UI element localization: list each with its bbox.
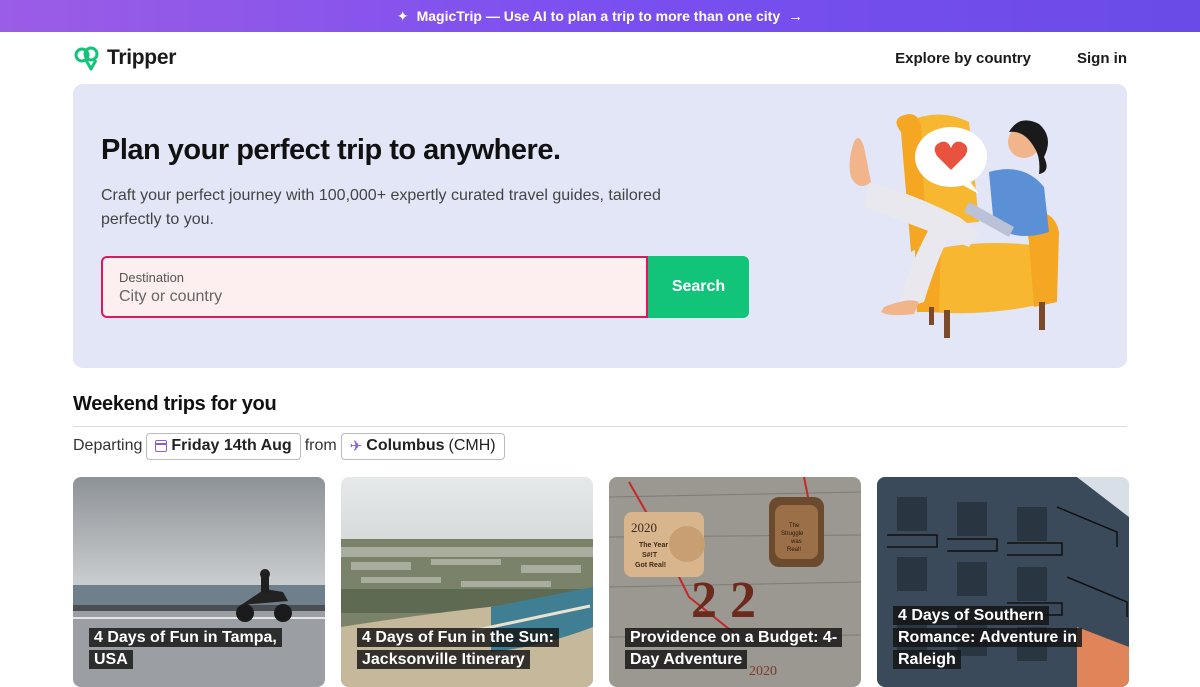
calendar-icon xyxy=(155,440,168,452)
hero-subtitle: Craft your perfect journey with 100,000+… xyxy=(101,187,661,228)
svg-text:S#!T: S#!T xyxy=(642,552,658,559)
trip-filters: Departing Friday 14th Aug from ✈ Columbu… xyxy=(73,432,505,460)
woman-foot-raised xyxy=(849,138,871,186)
trip-card-title: Providence on a Budget: 4-Day Adventure xyxy=(625,627,847,671)
weekend-trips-heading: Weekend trips for you xyxy=(73,393,277,415)
departing-label: Departing xyxy=(73,437,143,454)
woman-in-armchair-illustration xyxy=(849,114,1059,338)
trip-card-raleigh[interactable]: 4 Days of Southern Romance: Adventure in… xyxy=(877,477,1129,687)
trip-card-title: 4 Days of Fun in the Sun: Jacksonville I… xyxy=(357,627,579,671)
promo-text: MagicTrip — Use AI to plan a trip to mor… xyxy=(416,8,781,24)
magictrip-promo-bar[interactable]: ✦ MagicTrip — Use AI to plan a trip to m… xyxy=(0,0,1200,32)
tripper-logo[interactable]: Tripper xyxy=(73,45,176,71)
woman-foot-down xyxy=(881,300,919,316)
svg-text:2 2: 2 2 xyxy=(691,572,756,629)
top-nav: Explore by country Sign in xyxy=(895,50,1127,67)
search-button[interactable]: Search xyxy=(648,256,749,318)
departure-date-value: Friday 14th Aug xyxy=(171,437,292,454)
sparkle-icon: ✦ xyxy=(396,7,409,24)
arrow-right-icon: → xyxy=(788,7,804,25)
trip-card-providence[interactable]: 2020 The Year S#!T Got Real! The Struggl… xyxy=(609,477,861,687)
airplane-icon: ✈ xyxy=(349,438,363,455)
chair-leg xyxy=(929,307,934,325)
svg-text:2020: 2020 xyxy=(631,520,657,535)
destination-input[interactable] xyxy=(119,288,630,306)
section-divider xyxy=(73,426,1127,427)
origin-city: Columbus xyxy=(366,437,445,454)
hero-panel: Plan your perfect trip to anywhere. Craf… xyxy=(73,84,1127,368)
explore-by-country-link[interactable]: Explore by country xyxy=(895,50,1031,67)
trip-card-tampa[interactable]: 4 Days of Fun in Tampa, USA xyxy=(73,477,325,687)
origin-airport-chip[interactable]: ✈ Columbus (CMH) xyxy=(340,432,505,460)
origin-code: (CMH) xyxy=(448,437,496,454)
chair-leg xyxy=(1039,302,1045,330)
hero-title: Plan your perfect trip to anywhere. xyxy=(101,134,561,166)
site-header: Tripper Explore by country Sign in xyxy=(0,32,1200,84)
svg-text:The: The xyxy=(789,523,800,529)
destination-field[interactable]: Destination xyxy=(101,256,648,318)
trip-cards: 4 Days of Fun in Tampa, USA 4 Days of Fu… xyxy=(73,477,1129,687)
chair-leg xyxy=(944,310,950,338)
trip-card-title: 4 Days of Fun in Tampa, USA xyxy=(89,627,311,671)
sign-in-link[interactable]: Sign in xyxy=(1077,50,1127,67)
svg-text:Struggle: Struggle xyxy=(781,531,804,537)
brand-name: Tripper xyxy=(107,46,177,69)
destination-label: Destination xyxy=(119,270,185,285)
departure-date-chip[interactable]: Friday 14th Aug xyxy=(146,432,301,460)
svg-text:Real!: Real! xyxy=(787,547,801,553)
svg-text:The Year: The Year xyxy=(639,542,668,549)
trip-card-jacksonville[interactable]: 4 Days of Fun in the Sun: Jacksonville I… xyxy=(341,477,593,687)
svg-text:was: was xyxy=(790,539,802,545)
trip-card-title: 4 Days of Southern Romance: Adventure in… xyxy=(893,605,1115,671)
from-label: from xyxy=(304,437,337,454)
svg-text:Got Real!: Got Real! xyxy=(635,562,666,569)
tripper-logo-icon xyxy=(74,46,99,71)
